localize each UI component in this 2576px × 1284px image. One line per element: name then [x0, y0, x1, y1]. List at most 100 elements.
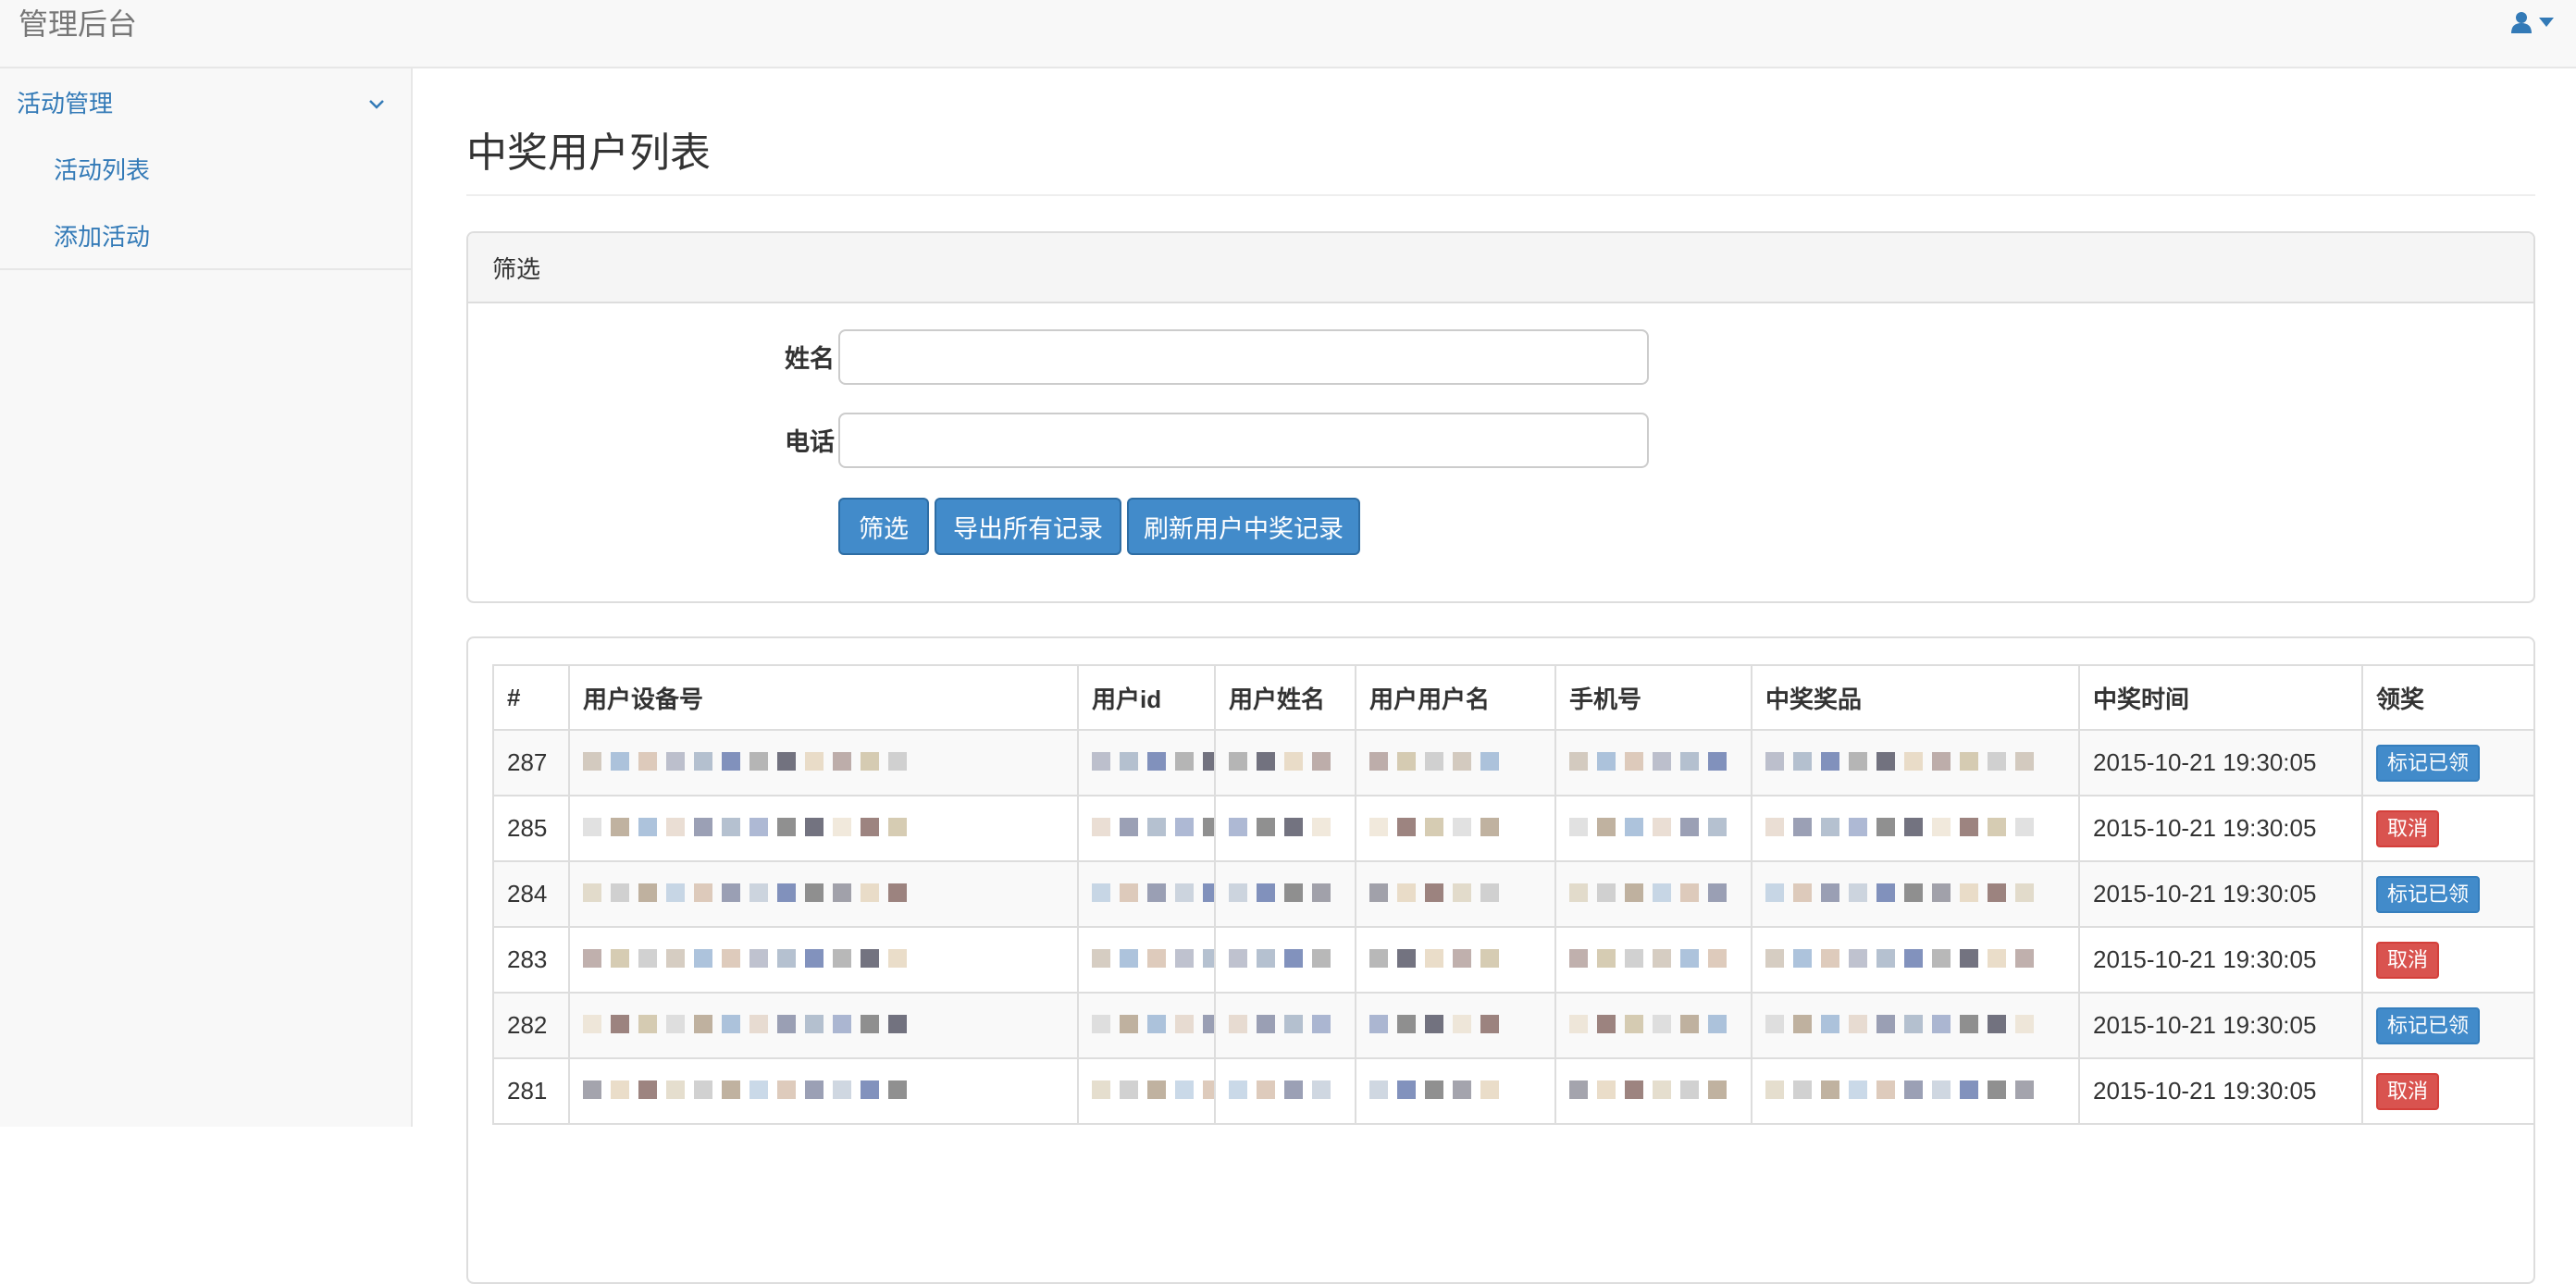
cancel-claim-button[interactable]: 取消	[2376, 941, 2440, 979]
redacted-mosaic	[1229, 1015, 1331, 1033]
cell-name-redacted	[1214, 992, 1356, 1059]
cell-claim: 标记已领	[2361, 729, 2533, 796]
sidebar-item-activity-list[interactable]: 活动列表	[0, 135, 411, 202]
refresh-records-button[interactable]: 刷新用户中奖记录	[1127, 498, 1360, 555]
table-row: 283 2015-10-21 19:30:05 取消	[492, 926, 2533, 994]
redacted-mosaic	[1092, 883, 1213, 902]
redacted-mosaic	[1092, 752, 1213, 771]
redacted-mosaic	[1569, 1080, 1727, 1099]
redacted-mosaic	[1765, 883, 2034, 902]
col-header-index: #	[492, 664, 570, 731]
cancel-claim-button[interactable]: 取消	[2376, 809, 2440, 847]
filter-button[interactable]: 筛选	[838, 498, 929, 555]
page-title: 中奖用户列表	[466, 68, 2535, 196]
redacted-mosaic	[1092, 1080, 1213, 1099]
cell-phone-redacted	[1554, 860, 1752, 928]
main-content: 中奖用户列表 筛选 姓名 电话 筛选 导出所有记录 刷新用户中奖记录 # 用户设…	[466, 68, 2535, 1284]
sidebar-group-toggle[interactable]: 活动管理	[0, 68, 411, 135]
cancel-claim-button[interactable]: 取消	[2376, 1072, 2440, 1110]
winners-table-body: 287 2015-10-21 19:30:05 标记已领 285 2015-10-21 …	[492, 729, 2533, 1125]
cell-phone-redacted	[1554, 1057, 1752, 1125]
filter-form: 姓名 电话 筛选 导出所有记录 刷新用户中奖记录	[468, 303, 2533, 601]
sidebar-group-label: 活动管理	[17, 89, 114, 117]
cell-username-redacted	[1355, 926, 1556, 994]
col-header-prize: 中奖奖品	[1751, 664, 2080, 731]
user-menu-toggle[interactable]	[2511, 11, 2554, 33]
app-title[interactable]: 管理后台	[19, 6, 137, 43]
cell-prize-redacted	[1751, 795, 2080, 862]
redacted-mosaic	[1569, 883, 1727, 902]
redacted-mosaic	[583, 752, 907, 771]
cell-device-redacted	[568, 860, 1079, 928]
cell-phone-redacted	[1554, 795, 1752, 862]
top-navbar: 管理后台	[0, 0, 2576, 68]
redacted-mosaic	[1369, 883, 1499, 902]
redacted-mosaic	[583, 949, 907, 968]
mark-claimed-button[interactable]: 标记已领	[2376, 744, 2481, 782]
cell-username-redacted	[1355, 795, 1556, 862]
col-header-phone: 手机号	[1554, 664, 1752, 731]
phone-label: 电话	[785, 428, 835, 456]
redacted-mosaic	[1229, 883, 1331, 902]
chevron-down-icon	[368, 88, 385, 117]
col-header-time: 中奖时间	[2078, 664, 2363, 731]
mark-claimed-button[interactable]: 标记已领	[2376, 1006, 2481, 1044]
cell-index: 281	[492, 1057, 570, 1125]
winners-table: # 用户设备号 用户id 用户姓名 用户用户名 手机号 中奖奖品 中奖时间 领奖…	[492, 664, 2533, 1125]
table-row: 287 2015-10-21 19:30:05 标记已领	[492, 729, 2533, 796]
cell-name-redacted	[1214, 729, 1356, 796]
caret-down-icon	[2539, 18, 2554, 27]
redacted-mosaic	[1569, 1015, 1727, 1033]
col-header-device: 用户设备号	[568, 664, 1079, 731]
table-row: 285 2015-10-21 19:30:05 取消	[492, 795, 2533, 862]
cell-win-time: 2015-10-21 19:30:05	[2078, 729, 2363, 796]
cell-user-id-redacted	[1077, 926, 1216, 994]
cell-user-id-redacted	[1077, 1057, 1216, 1125]
cell-device-redacted	[568, 795, 1079, 862]
cell-phone-redacted	[1554, 992, 1752, 1059]
redacted-mosaic	[1229, 752, 1331, 771]
name-input[interactable]	[838, 329, 1649, 385]
redacted-mosaic	[1569, 818, 1727, 836]
col-header-username: 用户用户名	[1355, 664, 1556, 731]
redacted-mosaic	[1092, 818, 1213, 836]
redacted-mosaic	[1369, 1080, 1499, 1099]
sidebar-item-add-activity[interactable]: 添加活动	[0, 202, 411, 268]
redacted-mosaic	[1092, 949, 1213, 968]
redacted-mosaic	[1765, 1015, 2034, 1033]
user-icon	[2511, 11, 2532, 33]
redacted-mosaic	[1569, 949, 1727, 968]
cell-name-redacted	[1214, 795, 1356, 862]
cell-prize-redacted	[1751, 729, 2080, 796]
redacted-mosaic	[1765, 1080, 2034, 1099]
cell-win-time: 2015-10-21 19:30:05	[2078, 860, 2363, 928]
redacted-mosaic	[1765, 818, 2034, 836]
redacted-mosaic	[1765, 752, 2034, 771]
cell-prize-redacted	[1751, 992, 2080, 1059]
cell-user-id-redacted	[1077, 992, 1216, 1059]
cell-prize-redacted	[1751, 860, 2080, 928]
redacted-mosaic	[1369, 1015, 1499, 1033]
redacted-mosaic	[1229, 1080, 1331, 1099]
redacted-mosaic	[1229, 818, 1331, 836]
cell-user-id-redacted	[1077, 795, 1216, 862]
export-all-button[interactable]: 导出所有记录	[935, 498, 1121, 555]
cell-claim: 取消	[2361, 1057, 2533, 1125]
redacted-mosaic	[1369, 949, 1499, 968]
redacted-mosaic	[1229, 949, 1331, 968]
table-header-row: # 用户设备号 用户id 用户姓名 用户用户名 手机号 中奖奖品 中奖时间 领奖	[492, 664, 2533, 731]
name-label: 姓名	[785, 345, 835, 373]
cell-index: 284	[492, 860, 570, 928]
phone-input[interactable]	[838, 413, 1649, 468]
cell-name-redacted	[1214, 926, 1356, 994]
cell-username-redacted	[1355, 1057, 1556, 1125]
redacted-mosaic	[1092, 1015, 1213, 1033]
records-panel: # 用户设备号 用户id 用户姓名 用户用户名 手机号 中奖奖品 中奖时间 领奖…	[466, 636, 2535, 1284]
cell-claim: 标记已领	[2361, 992, 2533, 1059]
redacted-mosaic	[1765, 949, 2034, 968]
cell-win-time: 2015-10-21 19:30:05	[2078, 926, 2363, 994]
cell-win-time: 2015-10-21 19:30:05	[2078, 795, 2363, 862]
cell-phone-redacted	[1554, 729, 1752, 796]
mark-claimed-button[interactable]: 标记已领	[2376, 875, 2481, 913]
cell-prize-redacted	[1751, 926, 2080, 994]
